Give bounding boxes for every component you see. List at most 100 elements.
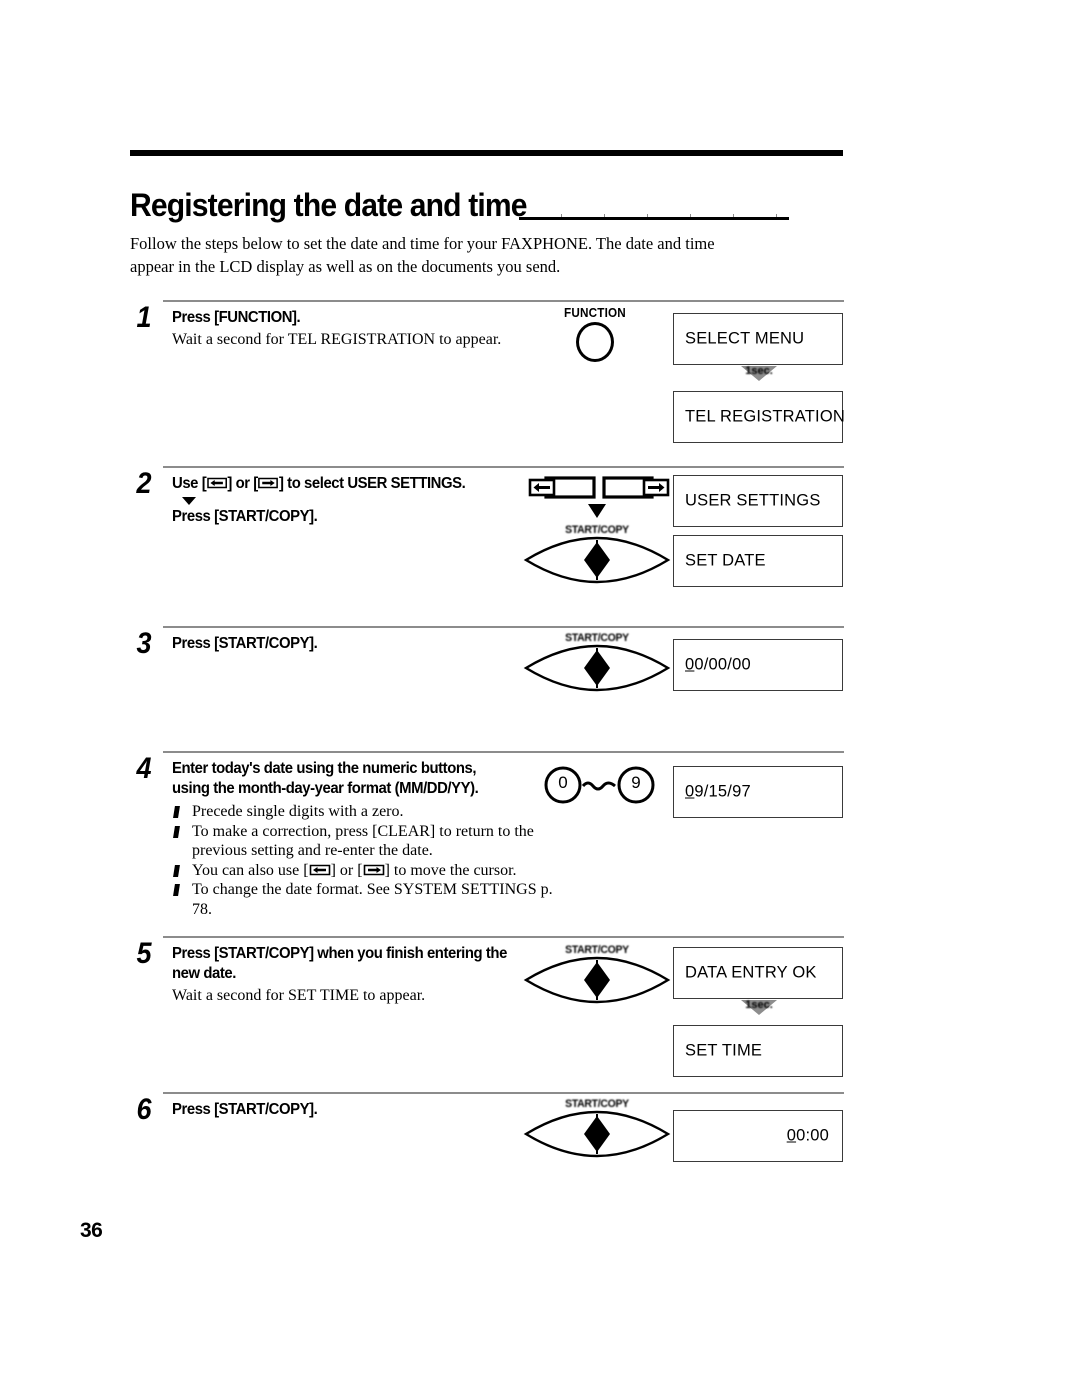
step-subtext: Wait a second for TEL REGISTRATION to ap… <box>172 331 502 348</box>
arrow-left-key-icon <box>309 864 331 876</box>
step-body: Press [START/COPY] when you finish enter… <box>172 944 562 1007</box>
lcd-text: USER SETTINGS <box>685 491 821 510</box>
numeric-keys-illustration[interactable]: 0 9 <box>542 763 662 807</box>
arrow-right-key-icon <box>258 477 279 489</box>
step-separator <box>163 300 844 302</box>
step-body: Press [START/COPY]. <box>172 1100 562 1120</box>
step-separator <box>163 466 844 468</box>
list-item-text-prefix: You can also use [ <box>192 861 309 879</box>
start-copy-button-label: START/COPY <box>565 944 629 956</box>
lcd-cursor-digit: 0 <box>786 1126 797 1145</box>
step-heading: Use [ ] or [ ] to select USER SETTINGS. <box>172 474 546 494</box>
step-heading-suffix: ] to select USER SETTINGS. <box>278 475 466 492</box>
lcd-panel: 00/00/00 <box>673 639 843 691</box>
lcd-text: SELECT MENU <box>685 329 805 348</box>
down-arrow-icon <box>182 497 196 505</box>
arrow-left-key-icon <box>206 477 227 489</box>
one-second-label: 1sec. <box>745 999 773 1011</box>
start-copy-lens-icon <box>523 536 671 584</box>
start-copy-button-label: START/COPY <box>565 1098 629 1110</box>
lcd-panel: 09/15/97 <box>673 766 843 818</box>
list-item: To make a correction, press [CLEAR] to r… <box>172 822 562 861</box>
step-heading-prefix: Use [ <box>172 475 207 492</box>
start-copy-button-illustration[interactable]: START/COPY <box>522 502 672 584</box>
page-title: Registering the date and time <box>130 187 528 223</box>
step-heading: Press [START/COPY]. <box>172 1101 318 1118</box>
bullet-icon <box>173 825 180 838</box>
step-body: Enter today's date using the numeric but… <box>172 759 562 919</box>
lcd-text: 00:00 <box>787 1127 829 1146</box>
step-separator <box>163 936 844 938</box>
bullet-icon <box>173 864 180 877</box>
lcd-panel: USER SETTINGS <box>673 475 843 527</box>
lcd-value-rest: 0:00 <box>796 1126 829 1145</box>
page-title-row: Registering the date and time <box>130 188 845 228</box>
function-button-illustration[interactable]: FUNCTION <box>547 306 643 362</box>
start-copy-button-illustration[interactable]: START/COPY <box>522 1098 672 1158</box>
lcd-panel: DATA ENTRY OK <box>673 947 843 999</box>
start-copy-lens-icon <box>523 644 671 692</box>
lcd-text: 00/00/00 <box>685 656 751 675</box>
lcd-cursor-digit: 0 <box>685 782 695 801</box>
list-item-text: To make a correction, press [CLEAR] to r… <box>192 822 534 860</box>
step-heading-line2: using the month-day-year format (MM/DD/Y… <box>172 780 479 797</box>
step-number: 4 <box>136 752 152 785</box>
lcd-panel: 00:00 <box>673 1110 843 1162</box>
header-rule <box>130 150 843 156</box>
page-number: 36 <box>80 1219 103 1242</box>
function-button-label: FUNCTION <box>564 305 626 320</box>
step-body: Use [ ] or [ ] to select USER SETTINGS. Pr… <box>172 474 562 527</box>
list-item: Precede single digits with a zero. <box>172 802 562 822</box>
step-number: 1 <box>136 301 152 334</box>
step-separator <box>163 751 844 753</box>
lcd-value-rest: 9/15/97 <box>694 782 751 801</box>
lcd-cursor-digit: 0 <box>685 655 695 674</box>
list-item-text-suffix: ] to move the cursor. <box>384 861 517 879</box>
numeric-key-low-label: 0 <box>558 773 568 792</box>
lcd-text: DATA ENTRY OK <box>685 963 817 982</box>
lcd-panel: SET TIME <box>673 1025 843 1077</box>
one-second-arrow: 1sec. <box>733 998 785 1020</box>
list-item-text: Precede single digits with a zero. <box>192 803 404 820</box>
lcd-panel: SET DATE <box>673 535 843 587</box>
arrow-keys-illustration[interactable] <box>528 474 670 504</box>
step-heading: Press [START/COPY]. <box>172 635 318 652</box>
step-heading-line2: new date. <box>172 965 236 982</box>
step-heading-mid: ] or [ <box>227 475 258 492</box>
numeric-key-high-label: 9 <box>631 773 641 792</box>
list-item-text: To change the date format. See SYSTEM SE… <box>192 881 553 918</box>
arrow-right-key-icon <box>363 864 385 876</box>
bullet-list: Precede single digits with a zero. To ma… <box>172 802 562 919</box>
intro-paragraph: Follow the steps below to set the date a… <box>130 234 715 276</box>
list-item-text-mid: ] or [ <box>330 861 363 879</box>
step-heading: Press [FUNCTION]. <box>172 309 301 326</box>
lcd-text: SET TIME <box>685 1041 763 1060</box>
title-underline <box>519 214 789 220</box>
list-item: To change the date format. See SYSTEM SE… <box>172 880 562 919</box>
step-body: Press [START/COPY]. <box>172 634 562 654</box>
bullet-icon <box>173 806 180 818</box>
step-number: 2 <box>136 467 152 500</box>
start-copy-button-label: START/COPY <box>565 524 629 536</box>
lcd-text: TEL REGISTRATION <box>685 407 845 426</box>
start-copy-button-label: START/COPY <box>565 632 629 644</box>
start-copy-button-illustration[interactable]: START/COPY <box>522 632 672 692</box>
step-heading-line1: Press [START/COPY] when you finish enter… <box>172 945 507 962</box>
step-separator <box>163 626 844 628</box>
step-subtext: Wait a second for SET TIME to appear. <box>172 987 426 1004</box>
start-copy-button-illustration[interactable]: START/COPY <box>522 944 672 1004</box>
step-heading-second: Press [START/COPY]. <box>172 508 318 525</box>
lcd-text: SET DATE <box>685 551 766 570</box>
start-copy-lens-icon <box>523 1110 671 1158</box>
lcd-panel: SELECT MENU <box>673 313 843 365</box>
step-heading-line1: Enter today's date using the numeric but… <box>172 760 477 777</box>
function-button-circle-icon <box>576 322 614 362</box>
step-body: Press [FUNCTION]. Wait a second for TEL … <box>172 308 562 351</box>
one-second-label: 1sec. <box>745 365 773 377</box>
lcd-text: 09/15/97 <box>685 783 751 802</box>
step-number: 3 <box>136 627 152 660</box>
lcd-panel: TEL REGISTRATION <box>673 391 845 443</box>
start-copy-lens-icon <box>523 956 671 1004</box>
list-item: You can also use [ ] or [ ] to move the cu… <box>172 861 562 881</box>
lcd-value-rest: 0/00/00 <box>694 655 751 674</box>
